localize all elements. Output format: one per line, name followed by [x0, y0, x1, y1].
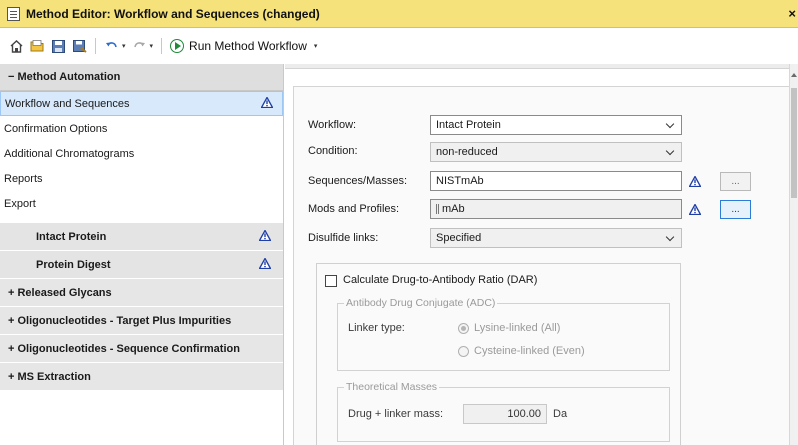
run-method-workflow-label: Run Method Workflow: [189, 39, 307, 53]
condition-select[interactable]: non-reduced: [430, 142, 682, 162]
navigation-panel: − Method Automation Workflow and Sequenc…: [0, 64, 284, 445]
redo-dropdown[interactable]: ▾: [150, 42, 154, 50]
lysine-linked-label: Lysine-linked (All): [474, 322, 561, 334]
released-glycans-header[interactable]: + Released Glycans: [0, 279, 283, 307]
chevron-down-icon: [665, 119, 675, 129]
nav-item-label: Reports: [4, 172, 43, 185]
nav-item-label: Workflow and Sequences: [5, 97, 130, 110]
play-icon: [170, 39, 185, 53]
warning-icon: [688, 203, 702, 218]
warning-icon: [260, 95, 274, 111]
cysteine-linked-label: Cysteine-linked (Even): [474, 345, 585, 357]
method-automation-header[interactable]: − Method Automation: [0, 64, 283, 91]
mods-field[interactable]: mAb: [430, 199, 682, 219]
sequences-browse-button[interactable]: ...: [720, 172, 751, 191]
workflow-value: Intact Protein: [436, 119, 501, 131]
warning-icon: [688, 175, 702, 190]
sequences-label: Sequences/Masses:: [308, 175, 408, 187]
sequences-field[interactable]: NISTmAb: [430, 171, 682, 191]
nav-item-confirmation-options[interactable]: Confirmation Options: [0, 116, 283, 141]
oligo-target-impurities-header[interactable]: + Oligonucleotides - Target Plus Impurit…: [0, 307, 283, 335]
drug-linker-mass-label: Drug + linker mass:: [348, 408, 444, 420]
warning-icon: [258, 256, 272, 272]
mods-value: mAb: [442, 203, 465, 215]
run-method-workflow-button[interactable]: Run Method Workflow ▾: [170, 39, 317, 53]
open-folder-icon[interactable]: [30, 39, 45, 54]
nav-item-reports[interactable]: Reports: [0, 166, 283, 191]
cysteine-linked-radio[interactable]: [458, 346, 469, 357]
mods-browse-button[interactable]: ...: [720, 200, 751, 219]
chevron-down-icon: [665, 232, 675, 242]
nav-item-export[interactable]: Export: [0, 191, 283, 216]
window-title: Method Editor: Workflow and Sequences (c…: [26, 6, 320, 21]
nav-item-workflow-and-sequences[interactable]: Workflow and Sequences: [0, 91, 283, 116]
home-icon[interactable]: [9, 39, 24, 54]
sequences-value: NISTmAb: [436, 175, 484, 187]
theoretical-masses-title: Theoretical Masses: [344, 381, 440, 393]
disulfide-select[interactable]: Specified: [430, 228, 682, 248]
workflow-select[interactable]: Intact Protein: [430, 115, 682, 135]
sub-header-label: Intact Protein: [36, 230, 107, 243]
close-button[interactable]: ×: [788, 6, 796, 21]
chevron-down-icon: [665, 146, 675, 156]
disulfide-label: Disulfide links:: [308, 232, 379, 244]
workflow-label: Workflow:: [308, 119, 357, 131]
vertical-scrollbar[interactable]: [789, 64, 798, 445]
run-dropdown[interactable]: ▾: [314, 42, 318, 50]
disulfide-value: Specified: [436, 232, 482, 244]
ms-extraction-header[interactable]: + MS Extraction: [0, 363, 283, 391]
condition-value: non-reduced: [436, 146, 498, 158]
save-icon[interactable]: [51, 39, 66, 54]
grip-icon: [436, 204, 439, 214]
save-as-icon[interactable]: [72, 39, 87, 54]
condition-label: Condition:: [308, 145, 358, 157]
undo-dropdown[interactable]: ▾: [122, 42, 126, 50]
nav-item-additional-chromatograms[interactable]: Additional Chromatograms: [0, 141, 283, 166]
nav-item-label: Export: [4, 197, 36, 210]
scrollbar-thumb[interactable]: [791, 88, 797, 198]
adc-group-title: Antibody Drug Conjugate (ADC): [344, 297, 498, 309]
oligo-sequence-confirmation-header[interactable]: + Oligonucleotides - Sequence Confirmati…: [0, 335, 283, 363]
editor-panel: Workflow: Intact Protein Condition: non-…: [285, 64, 798, 445]
warning-icon: [258, 228, 272, 244]
linker-type-label: Linker type:: [348, 322, 405, 334]
mass-unit-label: Da: [553, 408, 568, 420]
drug-linker-mass-input[interactable]: 100.00: [463, 404, 547, 424]
undo-icon[interactable]: [104, 39, 119, 54]
toolbar-separator: [95, 38, 96, 54]
nav-item-protein-digest[interactable]: Protein Digest: [0, 251, 283, 279]
nav-item-label: Confirmation Options: [4, 122, 108, 135]
lysine-linked-radio[interactable]: [458, 323, 469, 334]
scroll-up-icon[interactable]: [791, 73, 797, 77]
editor-header-strip: [285, 64, 789, 69]
dar-checkbox[interactable]: [325, 275, 337, 287]
mods-label: Mods and Profiles:: [308, 203, 400, 215]
adc-group: Antibody Drug Conjugate (ADC) Linker typ…: [337, 297, 670, 371]
dar-checkbox-label[interactable]: Calculate Drug-to-Antibody Ratio (DAR): [343, 274, 537, 286]
method-editor-icon: [7, 6, 20, 21]
nav-item-label: Additional Chromatograms: [4, 147, 135, 160]
redo-icon[interactable]: [132, 39, 147, 54]
dar-section: Calculate Drug-to-Antibody Ratio (DAR) A…: [316, 263, 681, 445]
theoretical-masses-group: Theoretical Masses Drug + linker mass: 1…: [337, 381, 670, 442]
sub-header-label: Protein Digest: [36, 258, 111, 271]
toolbar-separator: [161, 38, 163, 54]
nav-item-intact-protein[interactable]: Intact Protein: [0, 223, 283, 251]
toolbar: ▾ ▾ Run Method Workflow ▾: [0, 29, 798, 63]
title-bar: Method Editor: Workflow and Sequences (c…: [0, 0, 798, 28]
workflow-form: Workflow: Intact Protein Condition: non-…: [293, 86, 789, 445]
